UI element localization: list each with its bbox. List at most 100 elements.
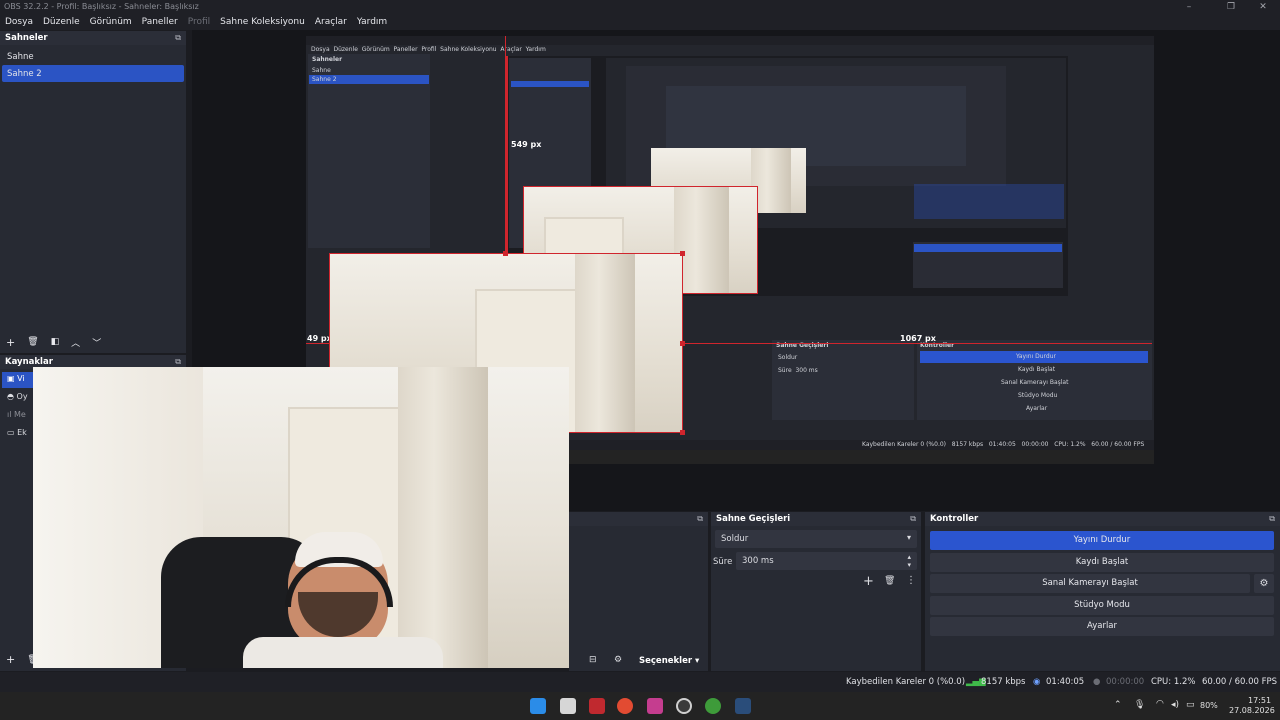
source-item[interactable]: ıl Me: [7, 410, 26, 419]
source-item[interactable]: ▣ Vi: [7, 374, 25, 383]
start-virtualcam-button[interactable]: Sanal Kamerayı Başlat: [930, 574, 1250, 593]
status-bar: Kaybedilen Kareler 0 (%0.0) ▂▄▆ 8157 kbp…: [0, 672, 1280, 692]
measure-right-label: 1067 px: [900, 334, 936, 343]
add-icon[interactable]: +: [6, 653, 15, 666]
wall-pillar: [398, 367, 488, 668]
options-label: Seçenekler: [639, 656, 693, 666]
trash-icon[interactable]: 🗑: [27, 337, 38, 347]
chevron-down-icon[interactable]: ﹀: [92, 336, 101, 349]
float-icon[interactable]: ⧉: [1269, 514, 1275, 524]
microphone-icon[interactable]: 🎙: [1134, 700, 1145, 710]
chevron-up-icon[interactable]: ︿: [71, 336, 80, 349]
filter-icon[interactable]: ◧: [51, 337, 60, 347]
shirt: [243, 637, 443, 668]
menu-help[interactable]: Yardım: [357, 17, 387, 27]
windows-start-icon[interactable]: [530, 698, 546, 714]
volume-icon[interactable]: ◂): [1171, 700, 1179, 710]
scene-item-sahne-2[interactable]: Sahne 2: [2, 65, 184, 82]
start-record-button[interactable]: Kaydı Başlat: [930, 553, 1274, 572]
transitions-dock: Sahne Geçişleri ⧉ Soldur ▾ Süre 300 ms ▴…: [711, 512, 921, 671]
clock-date[interactable]: 27.08.2026: [1229, 706, 1275, 715]
spotify-icon[interactable]: [705, 698, 721, 714]
menu-profile[interactable]: Profil: [188, 17, 210, 27]
float-icon[interactable]: ⧉: [697, 514, 703, 524]
stop-stream-button[interactable]: Yayını Durdur: [930, 531, 1274, 550]
scenes-title: Sahneler: [5, 33, 48, 43]
gear-icon[interactable]: ⚙: [614, 655, 622, 665]
audio-bars-icon: ıl: [7, 410, 12, 419]
window-title: OBS 32.2.2 - Profil: Başlıksız - Sahnele…: [4, 2, 199, 11]
add-icon[interactable]: +: [6, 336, 15, 349]
source-label: Me: [14, 410, 26, 419]
menu-scene-collection[interactable]: Sahne Koleksiyonu: [220, 17, 305, 27]
wifi-icon[interactable]: ◠: [1156, 699, 1164, 709]
menu-edit[interactable]: Düzenle: [43, 17, 80, 27]
float-icon[interactable]: ⧉: [175, 33, 181, 43]
options-button[interactable]: Seçenekler ▾: [639, 656, 699, 666]
mixer-dock: ⧉ ⊟ ⚙ Seçenekler ▾: [569, 512, 708, 671]
scenes-header: Sahneler ⧉: [0, 31, 186, 45]
trash-icon[interactable]: 🗑: [884, 576, 895, 586]
clock-time[interactable]: 17:51: [1248, 696, 1271, 705]
minimize-icon[interactable]: –: [1176, 0, 1202, 14]
source-label: Vi: [17, 374, 25, 383]
mixer-list-icon[interactable]: ⊟: [589, 655, 597, 665]
scene-label: Sahne: [7, 51, 34, 62]
menu-file[interactable]: Dosya: [5, 17, 33, 27]
chevron-up-icon[interactable]: ⌃: [1114, 700, 1122, 710]
source-label: Ek: [17, 428, 27, 437]
float-icon[interactable]: ⧉: [175, 357, 181, 367]
resize-handle[interactable]: [680, 430, 685, 435]
settings-button[interactable]: Ayarlar: [930, 617, 1274, 636]
transition-select[interactable]: Soldur ▾: [715, 530, 917, 548]
mixer-header: ⧉: [569, 512, 708, 526]
battery-icon[interactable]: ▭: [1186, 700, 1195, 710]
bitrate: 8157 kbps: [981, 677, 1026, 687]
virtualcam-gear-icon[interactable]: ⚙: [1254, 574, 1274, 593]
instagram-icon[interactable]: [647, 698, 663, 714]
transitions-title: Sahne Geçişleri: [716, 514, 791, 524]
cpu-usage: CPU: 1.2%: [1151, 677, 1196, 687]
spin-arrows-icon[interactable]: ▴ ▾: [907, 553, 911, 569]
title-bar: OBS 32.2.2 - Profil: Başlıksız - Sahnele…: [0, 0, 1280, 14]
studio-mode-button[interactable]: Stüdyo Modu: [930, 596, 1274, 615]
app-icon[interactable]: [589, 698, 605, 714]
monitor-icon: ▭: [7, 428, 15, 437]
duration-input[interactable]: 300 ms ▴ ▾: [736, 552, 917, 570]
menu-tools[interactable]: Araçlar: [315, 17, 347, 27]
scene-label: Sahne 2: [7, 68, 42, 79]
resize-handle[interactable]: [503, 251, 508, 256]
resize-handle[interactable]: [680, 341, 685, 346]
chrome-icon[interactable]: [617, 698, 633, 714]
battery-percent: 80%: [1200, 701, 1218, 710]
close-icon[interactable]: ✕: [1250, 0, 1276, 14]
resize-handle[interactable]: [680, 251, 685, 256]
record-icon: ●: [1093, 677, 1101, 687]
measure-top-label: 549 px: [511, 140, 542, 149]
maximize-icon[interactable]: ❐: [1218, 0, 1244, 14]
source-item[interactable]: ▭ Ek: [7, 428, 27, 437]
menu-view[interactable]: Görünüm: [90, 17, 132, 27]
add-icon[interactable]: +: [863, 574, 874, 589]
gamepad-icon: ◓: [7, 392, 14, 401]
webcam-overlay: [33, 367, 569, 668]
sources-title: Kaynaklar: [5, 357, 53, 367]
fps: 60.00 / 60.00 FPS: [1202, 677, 1278, 687]
menu-docks[interactable]: Paneller: [142, 17, 178, 27]
measure-line-right: [682, 343, 1152, 344]
file-explorer-icon[interactable]: [560, 698, 576, 714]
source-item[interactable]: ◓ Oy: [7, 392, 28, 401]
record-time: 00:00:00: [1106, 677, 1145, 687]
duration-label: Süre: [713, 557, 733, 567]
measure-line-top: [505, 36, 506, 254]
scene-item-sahne[interactable]: Sahne: [2, 48, 184, 65]
measure-line-left: [306, 343, 330, 344]
menu-bar: Dosya Düzenle Görünüm Paneller Profil Sa…: [0, 14, 1280, 30]
more-icon[interactable]: ⋮: [906, 575, 916, 586]
duration-value: 300 ms: [742, 556, 774, 566]
obs-icon[interactable]: [676, 698, 692, 714]
float-icon[interactable]: ⧉: [910, 514, 916, 524]
camera-icon: ▣: [7, 374, 15, 383]
steam-icon[interactable]: [735, 698, 751, 714]
stream-time: 01:40:05: [1046, 677, 1085, 687]
